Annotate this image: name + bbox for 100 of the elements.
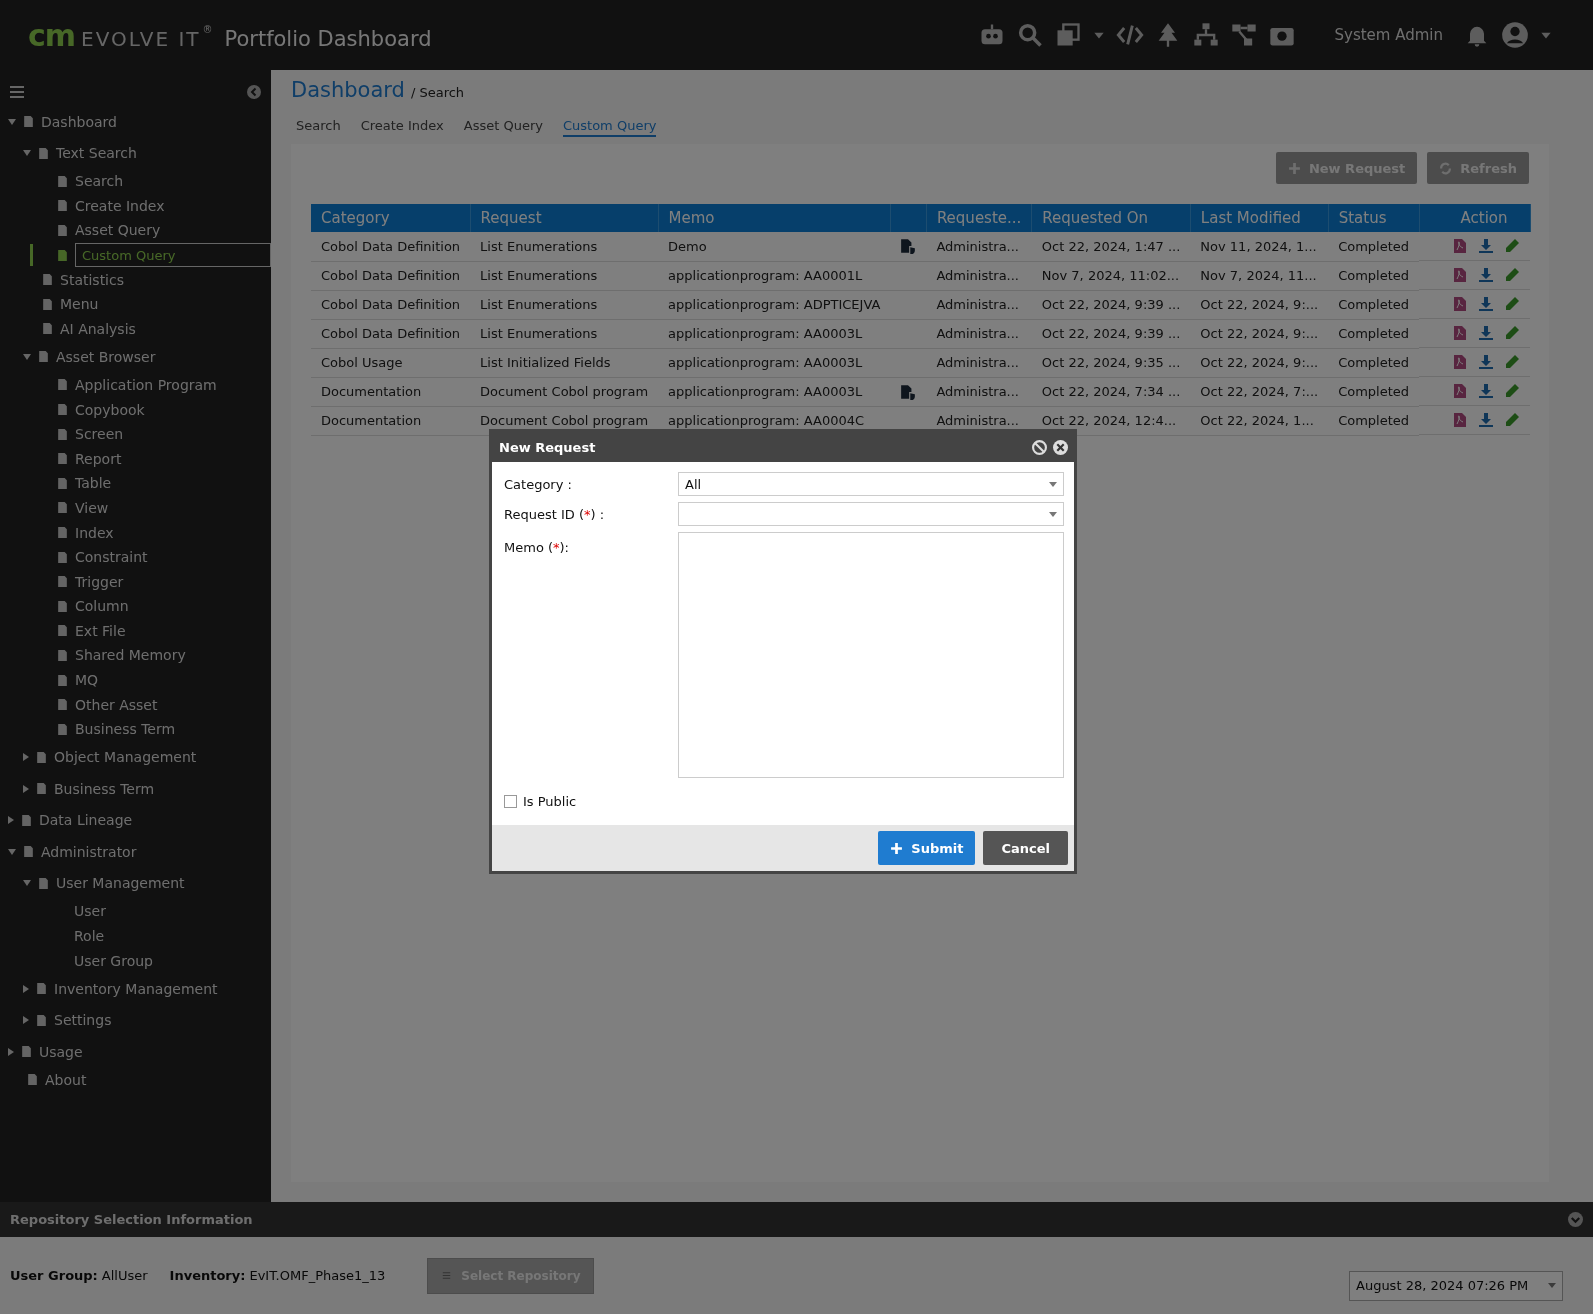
cancel-button[interactable]: Cancel [983, 831, 1068, 865]
sidebar-item[interactable]: View [75, 499, 109, 516]
sidebar-item[interactable]: Settings [54, 1012, 112, 1029]
chevron-down-icon[interactable] [1568, 1212, 1583, 1227]
table-cell: Completed [1338, 413, 1410, 428]
sidebar-item[interactable]: Business Term [54, 780, 155, 797]
caret-icon[interactable] [23, 353, 31, 360]
file-shield-icon[interactable] [900, 383, 917, 400]
tab[interactable]: Asset Query [463, 115, 543, 137]
sidebar-item[interactable]: Administrator [41, 843, 137, 860]
table-cell: Oct 22, 2024, 9:... [1200, 297, 1319, 312]
user-avatar-icon[interactable] [1501, 21, 1529, 49]
pencil-icon[interactable] [1504, 325, 1521, 341]
tab[interactable]: Create Index [360, 115, 444, 137]
sidebar-item[interactable]: About [45, 1071, 87, 1088]
collapse-icon[interactable] [247, 85, 261, 99]
caret-icon[interactable] [23, 150, 31, 157]
pdf-icon[interactable] [1452, 238, 1469, 254]
sidebar-item[interactable]: Data Lineage [39, 812, 133, 829]
pdf-icon[interactable] [1452, 412, 1469, 428]
hierarchy-icon[interactable] [1192, 21, 1221, 49]
sidebar-item[interactable]: Menu [60, 296, 99, 313]
memo-field[interactable] [678, 532, 1064, 778]
menu-icon[interactable] [10, 85, 24, 99]
tab[interactable]: Custom Query [563, 115, 657, 137]
sidebar-item[interactable]: Role [74, 927, 105, 944]
sidebar-item[interactable]: Dashboard [41, 113, 117, 130]
pdf-icon[interactable] [1452, 267, 1469, 283]
sidebar-item[interactable]: Text Search [56, 145, 137, 162]
sidebar-item[interactable]: Object Management [54, 749, 197, 766]
sidebar-item[interactable]: Custom Query [75, 243, 271, 268]
download-icon[interactable] [1478, 296, 1495, 312]
sidebar-item[interactable]: Column [75, 598, 129, 615]
pencil-icon[interactable] [1504, 412, 1521, 428]
select-field[interactable]: All [678, 472, 1064, 496]
sidebar-item[interactable]: Search [75, 173, 124, 190]
caret-icon[interactable] [23, 880, 31, 887]
sidebar-item[interactable]: Inventory Management [54, 980, 218, 997]
caret-icon[interactable] [23, 784, 29, 793]
sidebar-item[interactable]: Ext File [75, 622, 126, 639]
user-name[interactable]: System Admin [1334, 26, 1443, 44]
minimize-icon[interactable] [1032, 439, 1047, 455]
sidebar-item[interactable]: Create Index [75, 197, 165, 214]
sidebar-item[interactable]: Index [75, 524, 114, 541]
tab[interactable]: Search [296, 115, 341, 137]
caret-icon[interactable] [23, 753, 29, 762]
field-label: Request ID (*) : [504, 506, 606, 522]
sidebar-item[interactable]: Shared Memory [75, 647, 186, 664]
sidebar-item[interactable]: Asset Query [75, 222, 161, 239]
pdf-icon[interactable] [1452, 296, 1469, 312]
sidebar-item[interactable]: Report [75, 450, 122, 467]
download-icon[interactable] [1478, 325, 1495, 341]
file-shield-icon[interactable] [900, 238, 917, 255]
sidebar-item[interactable]: MQ [75, 672, 99, 689]
caret-icon[interactable] [8, 1047, 14, 1056]
pdf-icon[interactable] [1452, 354, 1469, 370]
download-icon[interactable] [1478, 412, 1495, 428]
breadcrumb-link[interactable]: Dashboard [291, 78, 405, 102]
submit-button[interactable]: Submit [878, 831, 976, 865]
sidebar-item[interactable]: Screen [75, 426, 124, 443]
sidebar-item[interactable]: User Group [74, 952, 153, 969]
sidebar-item[interactable]: Statistics [60, 271, 124, 288]
table-cell: Cobol Data Definition [321, 326, 461, 341]
sidebar-item[interactable]: AI Analysis [60, 320, 136, 337]
sidebar-item[interactable]: Application Program [75, 376, 217, 393]
sidebar-item[interactable]: User [74, 903, 106, 920]
table-cell: Completed [1338, 238, 1410, 254]
refresh-icon [1439, 161, 1453, 175]
sidebar-item[interactable]: Usage [39, 1043, 83, 1060]
document-icon [56, 248, 69, 262]
sidebar-item[interactable]: Trigger [75, 573, 124, 590]
pencil-icon[interactable] [1504, 383, 1521, 399]
sidebar-item[interactable]: Table [75, 475, 112, 492]
caret-icon[interactable] [8, 848, 16, 855]
caret-icon[interactable] [8, 118, 16, 125]
caret-icon[interactable] [23, 984, 29, 993]
pdf-icon[interactable] [1452, 325, 1469, 341]
sidebar-item[interactable]: Copybook [75, 401, 145, 418]
document-icon [20, 1045, 33, 1059]
pencil-icon[interactable] [1504, 296, 1521, 312]
caret-icon[interactable] [8, 816, 14, 825]
sidebar-item[interactable]: User Management [56, 875, 185, 892]
column-header[interactable]: Memo [668, 209, 715, 227]
sidebar-item[interactable]: Business Term [75, 721, 176, 738]
caret-icon[interactable] [23, 1016, 29, 1025]
download-icon[interactable] [1478, 354, 1495, 370]
download-icon[interactable] [1478, 238, 1495, 254]
pencil-icon[interactable] [1504, 354, 1521, 370]
download-icon[interactable] [1478, 383, 1495, 399]
close-icon[interactable] [1053, 439, 1068, 455]
select-field[interactable] [678, 502, 1064, 526]
pencil-icon[interactable] [1504, 267, 1521, 283]
sidebar-item[interactable]: Asset Browser [56, 348, 156, 365]
sidebar-item[interactable]: Other Asset [75, 696, 158, 713]
pdf-icon[interactable] [1452, 383, 1469, 399]
download-icon[interactable] [1478, 267, 1495, 283]
date-select[interactable]: August 28, 2024 07:26 PM [1349, 1270, 1563, 1301]
sidebar-item[interactable]: Constraint [75, 549, 148, 566]
checkbox[interactable] [504, 795, 517, 808]
pencil-icon[interactable] [1504, 238, 1521, 254]
